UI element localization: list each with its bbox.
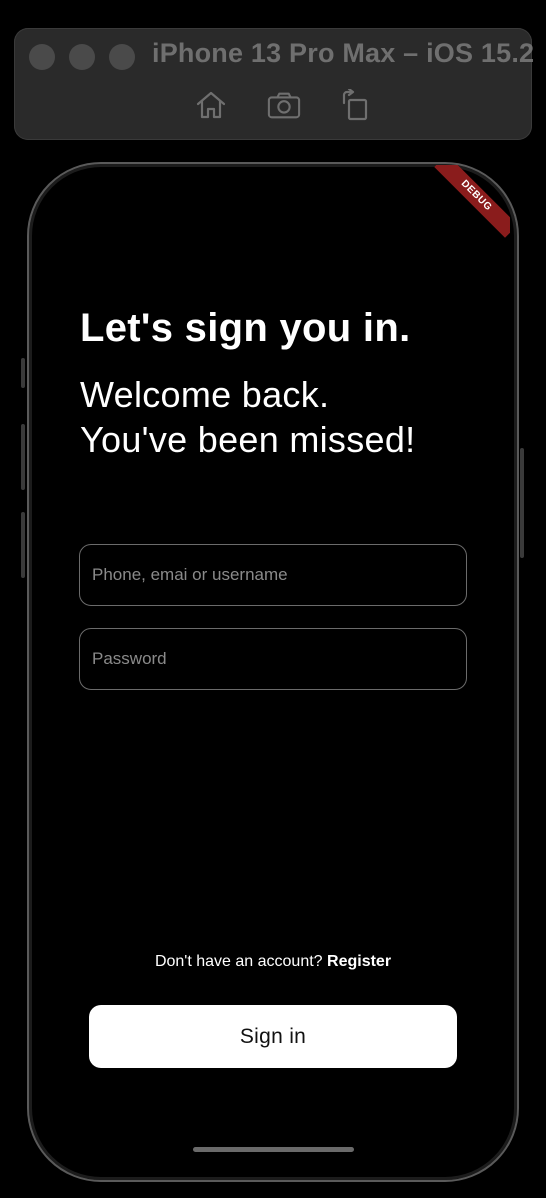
- page-title: Let's sign you in.: [80, 306, 411, 350]
- simulator-title: iPhone 13 Pro Max – iOS 15.2: [152, 38, 535, 68]
- home-icon: [196, 91, 226, 119]
- debug-label: DEBUG: [434, 165, 510, 238]
- simulator-screen: iPhone 13 Pro Max – iOS 15.2 DEBUG Let's…: [0, 0, 546, 1198]
- register-prompt: Don't have an account? Register: [0, 953, 546, 971]
- welcome-line-2: You've been missed!: [80, 419, 416, 460]
- volume-down-button: [21, 512, 25, 578]
- rotate-button[interactable]: [337, 88, 371, 122]
- sign-in-button[interactable]: Sign in: [89, 1005, 457, 1068]
- close-window-button[interactable]: [29, 44, 55, 70]
- password-input[interactable]: [79, 628, 467, 690]
- minimize-window-button[interactable]: [69, 44, 95, 70]
- debug-banner: DEBUG: [420, 165, 510, 255]
- home-button[interactable]: [194, 88, 228, 122]
- screenshot-button[interactable]: [267, 88, 301, 122]
- mute-switch: [21, 358, 25, 388]
- welcome-line-1: Welcome back.: [80, 374, 330, 415]
- home-indicator[interactable]: [193, 1147, 354, 1152]
- camera-icon: [267, 92, 301, 119]
- zoom-window-button[interactable]: [109, 44, 135, 70]
- rotate-icon: [342, 89, 368, 121]
- volume-up-button: [21, 424, 25, 490]
- welcome-message: Welcome back. You've been missed!: [80, 372, 415, 462]
- username-input[interactable]: [79, 544, 467, 606]
- register-link[interactable]: Register: [327, 953, 391, 970]
- power-button: [520, 448, 524, 558]
- register-prompt-text: Don't have an account?: [154, 953, 328, 970]
